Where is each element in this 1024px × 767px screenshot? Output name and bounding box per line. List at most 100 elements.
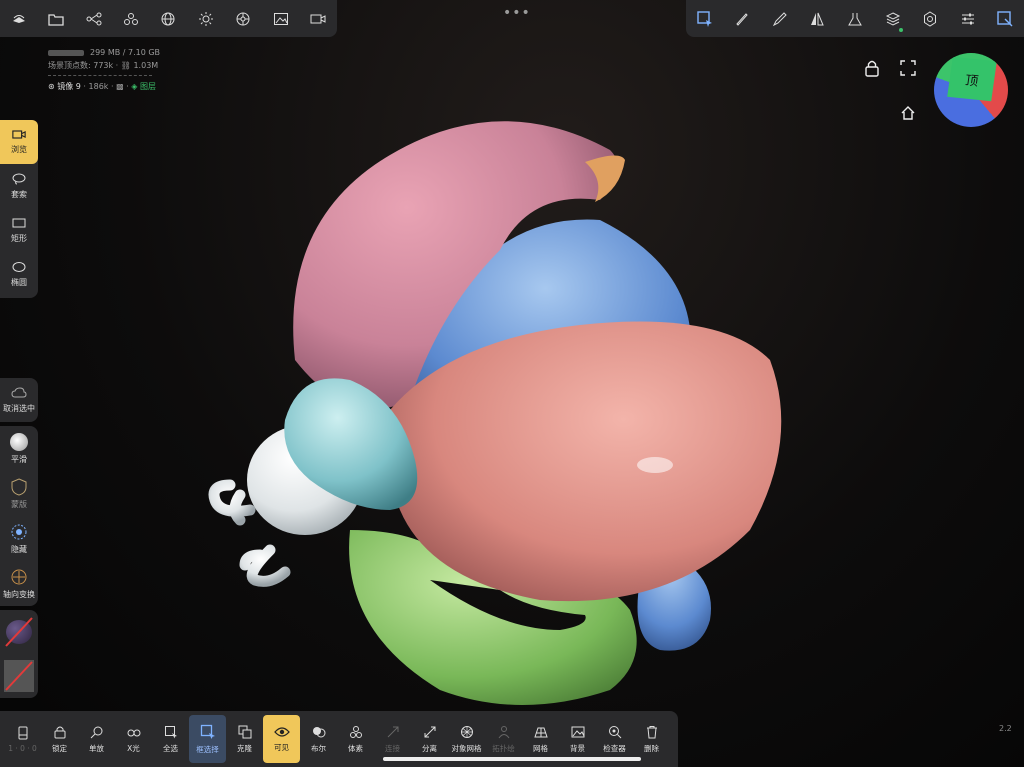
tool-axis-transform[interactable]: 轴向变换 [0, 561, 38, 606]
tool-hide[interactable]: 隐藏 [0, 516, 38, 561]
separate-arrows-icon [424, 726, 435, 737]
tool-mask[interactable]: 蒙版 [0, 471, 38, 516]
version-label: 2.2 [999, 724, 1012, 733]
fullscreen-icon[interactable] [897, 57, 919, 79]
tool-select-all[interactable]: 全选 [152, 715, 189, 763]
tool-layer-counter-label: 1 · 0 · 0 [8, 743, 37, 753]
tool-select-all-label: 全选 [163, 743, 178, 753]
selection-count: 186k [88, 82, 109, 91]
tool-lasso[interactable]: 套索 [0, 164, 38, 208]
image-icon[interactable] [267, 5, 295, 33]
layers-stack-icon[interactable] [5, 5, 33, 33]
view-cube[interactable]: 顶 [934, 53, 1008, 127]
tool-rect[interactable]: 矩形 [0, 208, 38, 252]
transform-tool-icon[interactable] [991, 5, 1019, 33]
selection-name: 镜像 9 [57, 82, 81, 91]
tool-retopo[interactable]: 拓扑绘 [485, 715, 522, 763]
secondary-swatch[interactable] [4, 660, 34, 692]
flask-icon[interactable] [841, 5, 869, 33]
tool-separate-label: 分离 [422, 743, 437, 753]
tool-smooth-label: 平滑 [11, 454, 27, 464]
scene-stats: 299 MB / 7.10 GB 场景顶点数: 773k · ⛓ 1.03M ⊛… [48, 46, 160, 93]
sculpt-tools-panel: 平滑 蒙版 隐藏 轴向变换 [0, 426, 38, 606]
view-cube-top-label: 顶 [964, 72, 980, 90]
tool-lasso-label: 套索 [11, 189, 27, 199]
primitives-icon[interactable] [117, 5, 145, 33]
selection-tools-panel: 浏览 套索 矩形 椭圆 [0, 120, 38, 298]
layers-status-dot [898, 27, 903, 32]
light-icon[interactable] [192, 5, 220, 33]
tool-background-label: 背景 [570, 743, 585, 753]
tool-object-mesh-label: 对象网格 [451, 743, 482, 753]
tool-clone[interactable]: 克隆 [226, 715, 263, 763]
tool-visible-label: 可见 [274, 742, 289, 752]
rectangle-icon [12, 218, 26, 227]
lock-view-icon[interactable] [861, 57, 883, 79]
antenna-lower [239, 544, 291, 587]
scene-graph-icon[interactable] [80, 5, 108, 33]
mirror-icon[interactable] [803, 5, 831, 33]
smooth-icon [10, 432, 28, 451]
view-cube-top-face[interactable]: 顶 [947, 56, 997, 102]
tool-background[interactable]: 背景 [559, 715, 596, 763]
tool-delete[interactable]: 删除 [633, 715, 670, 763]
settings-gear-icon[interactable] [916, 5, 944, 33]
home-view-icon[interactable] [897, 102, 919, 124]
tool-lock[interactable]: 锁定 [41, 715, 78, 763]
tool-box-select-label: 框选择 [196, 744, 219, 754]
more-dots-icon[interactable]: ••• [503, 5, 531, 21]
retopo-person-icon [498, 725, 509, 738]
magnifier-icon [90, 726, 102, 738]
tool-browse[interactable]: 浏览 [0, 120, 38, 164]
deselect-panel: 取消选中 [0, 378, 38, 422]
tool-hide-label: 隐藏 [11, 544, 27, 554]
deselect-button[interactable]: 取消选中 [0, 378, 38, 422]
grid-icon [533, 727, 548, 737]
select-tool-icon[interactable] [691, 5, 719, 33]
home-indicator[interactable] [383, 757, 641, 761]
antenna-upper [208, 479, 256, 526]
tool-xray[interactable]: X光 [115, 715, 152, 763]
tool-delete-label: 删除 [644, 743, 659, 753]
tool-object-mesh[interactable]: 对象网格 [448, 715, 485, 763]
camera-icon[interactable] [304, 5, 332, 33]
tool-visible[interactable]: 可见 [263, 715, 300, 763]
pen-icon[interactable] [766, 5, 794, 33]
xray-glasses-icon [127, 729, 140, 736]
tool-boolean-label: 布尔 [311, 743, 326, 753]
boolean-icon [312, 726, 325, 737]
sphere-mesh-icon[interactable] [154, 5, 182, 33]
sliders-icon[interactable] [954, 5, 982, 33]
swatch2-disabled-slash-icon [5, 661, 33, 691]
cloud-icon [11, 386, 27, 397]
primary-swatch[interactable] [4, 616, 34, 648]
tool-ellipse[interactable]: 椭圆 [0, 252, 38, 296]
layers-icon[interactable] [879, 5, 907, 33]
tool-box-select[interactable]: 框选择 [189, 715, 226, 763]
tool-xray-label: X光 [127, 743, 140, 753]
selection-row: ⊛ 镜像 9 · 186k · ▩ · ◈ 图层 [48, 82, 156, 91]
video-camera-icon [12, 130, 26, 139]
tool-join-label: 连接 [385, 743, 400, 753]
tool-separate[interactable]: 分离 [411, 715, 448, 763]
voxel-icon [349, 725, 362, 738]
brush-icon[interactable] [728, 5, 756, 33]
folder-icon[interactable] [42, 5, 70, 33]
tool-grid[interactable]: 网格 [522, 715, 559, 763]
tool-join[interactable]: 连接 [374, 715, 411, 763]
join-icon [387, 726, 398, 737]
mirror-object-icon: ⊛ [48, 82, 55, 91]
tool-voxel[interactable]: 体素 [337, 715, 374, 763]
tool-boolean[interactable]: 布尔 [300, 715, 337, 763]
axis-transform-icon [11, 569, 27, 584]
select-all-icon [164, 725, 177, 738]
tool-rect-label: 矩形 [11, 233, 27, 243]
tool-solo[interactable]: 单放 [78, 715, 115, 763]
swatch-disabled-slash-icon [5, 617, 33, 647]
tool-inspector[interactable]: 检查器 [596, 715, 633, 763]
tool-layer-counter[interactable]: 1 · 0 · 0 [4, 715, 41, 763]
viewport-model[interactable] [200, 110, 790, 710]
material-icon[interactable] [229, 5, 257, 33]
memory-bar [48, 49, 84, 56]
tool-smooth[interactable]: 平滑 [0, 426, 38, 471]
